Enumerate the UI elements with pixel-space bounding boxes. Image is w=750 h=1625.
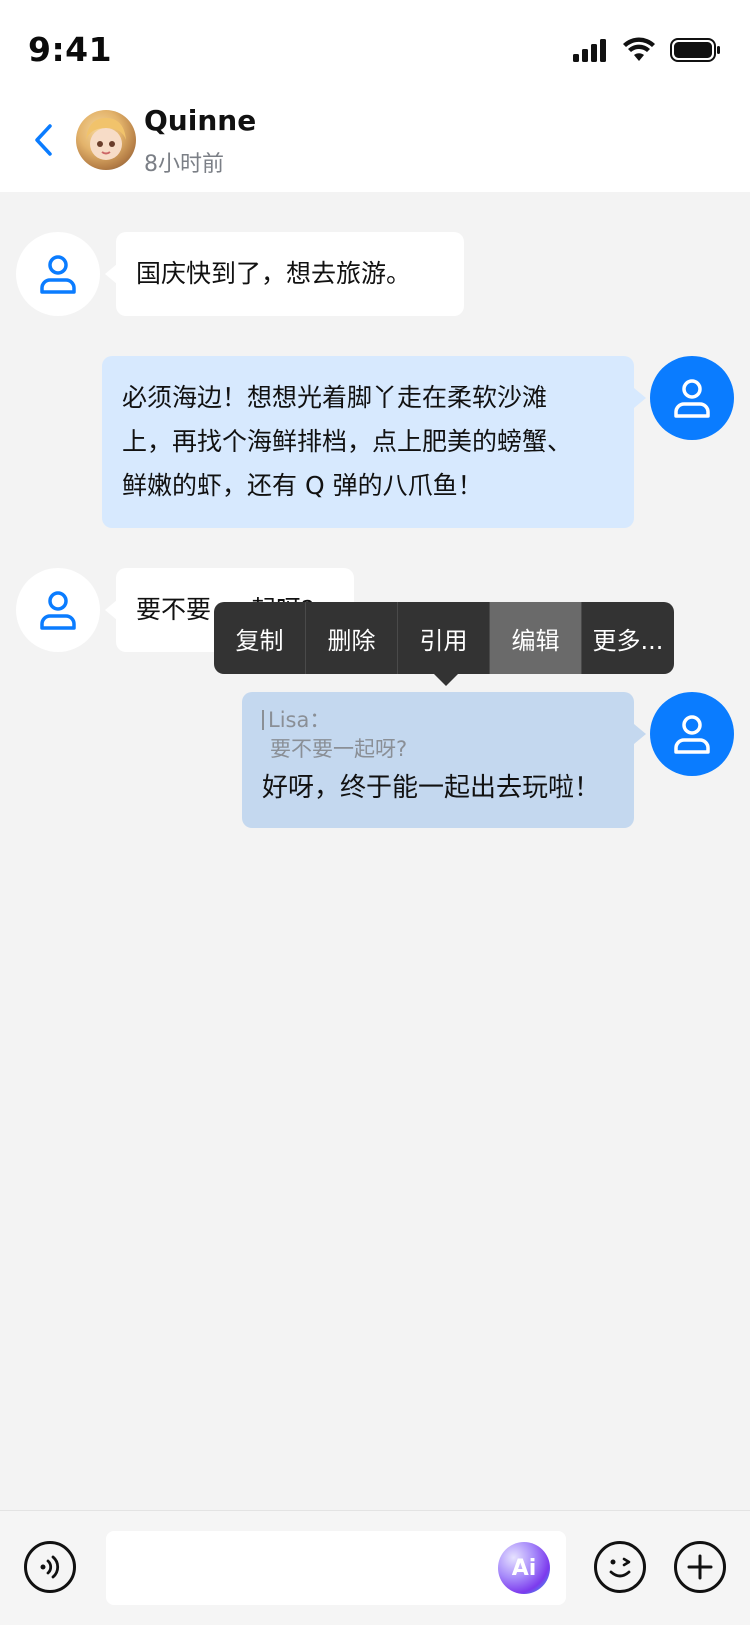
message-input[interactable] <box>106 1531 566 1605</box>
plus-icon <box>687 1554 713 1580</box>
message-line: 上，再找个海鲜排档，点上肥美的螃蟹、 <box>122 427 573 456</box>
menu-item-quote[interactable]: 引用 <box>398 602 490 674</box>
bubble-tail <box>634 724 646 744</box>
status-icons <box>572 37 722 67</box>
menu-item-copy[interactable]: 复制 <box>214 602 306 674</box>
menu-item-more[interactable]: 更多... <box>582 602 674 674</box>
message-text: 好呀，终于能一起出去玩啦！ <box>262 773 601 803</box>
message-bubble[interactable]: 必须海边！想想光着脚丫走在柔软沙滩 上，再找个海鲜排档，点上肥美的螃蟹、 鲜嫩的… <box>102 356 634 528</box>
menu-item-delete[interactable]: 删除 <box>306 602 398 674</box>
wifi-icon <box>622 37 656 67</box>
quote-author: Lisa： <box>268 708 331 732</box>
menu-caret <box>434 674 458 686</box>
message-bubble[interactable]: 国庆快到了，想去旅游。 <box>116 232 464 316</box>
ai-assistant-button[interactable]: Ai <box>498 1542 550 1594</box>
chevron-left-icon <box>35 124 52 156</box>
last-seen-status: 8小时前 <box>144 152 224 177</box>
message-line: 鲜嫩的虾，还有 Q 弹的八爪鱼！ <box>122 471 483 500</box>
top-header-area: 9:41 Quinne 8小时前 <box>0 0 750 192</box>
sender-avatar[interactable] <box>16 568 100 652</box>
message-text: 要不要 <box>136 595 212 624</box>
contact-avatar[interactable] <box>76 110 136 170</box>
add-button[interactable] <box>674 1541 726 1593</box>
voice-icon <box>40 1555 60 1579</box>
message-line: 必须海边！想想光着脚丫走在柔软沙滩 <box>122 383 548 412</box>
input-bar: Ai <box>0 1510 750 1625</box>
user-icon <box>674 715 710 754</box>
signal-icon <box>572 38 608 66</box>
ai-label: Ai <box>511 1555 537 1581</box>
voice-button[interactable] <box>24 1541 76 1593</box>
emoji-icon <box>609 1557 631 1578</box>
battery-icon <box>670 37 722 67</box>
my-avatar[interactable] <box>650 692 734 776</box>
my-avatar[interactable] <box>650 356 734 440</box>
quote-bar <box>262 710 264 730</box>
message-context-menu: 复制 删除 引用 编辑 更多... <box>214 602 674 674</box>
message-text: 国庆快到了，想去旅游。 <box>136 259 412 288</box>
message-bubble-selected[interactable]: Lisa： 要不要一起呀? 好呀，终于能一起出去玩啦！ <box>242 692 634 828</box>
user-icon <box>674 379 710 418</box>
contact-name[interactable]: Quinne <box>144 104 256 137</box>
status-time: 9:41 <box>28 30 113 69</box>
user-icon <box>40 591 76 630</box>
emoji-button[interactable] <box>594 1541 646 1593</box>
sender-avatar[interactable] <box>16 232 100 316</box>
bubble-tail <box>634 388 646 408</box>
menu-item-edit[interactable]: 编辑 <box>490 602 582 674</box>
user-icon <box>40 255 76 294</box>
back-button[interactable] <box>28 118 58 162</box>
quote-text: 要不要一起呀? <box>270 737 408 761</box>
